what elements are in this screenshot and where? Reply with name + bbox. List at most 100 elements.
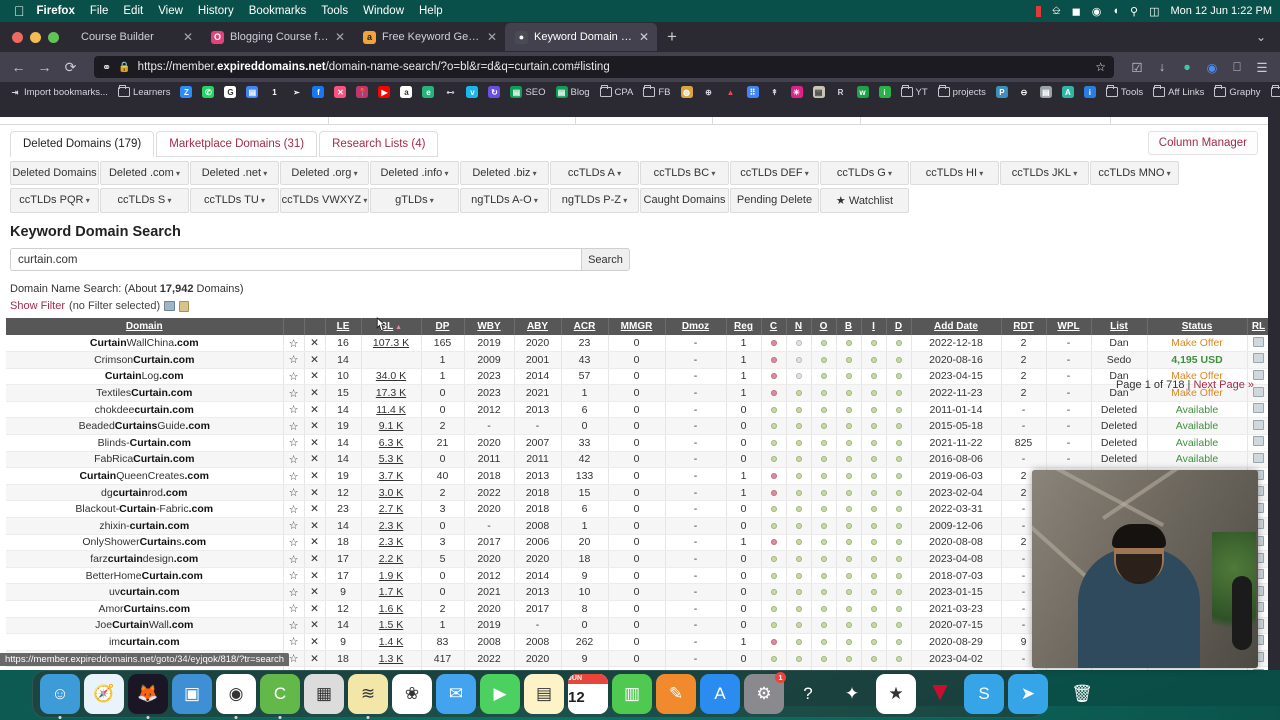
tld-filter-cctlds-jkl[interactable]: ccTLDs JKL ▾: [1000, 161, 1089, 185]
status-cell[interactable]: 4,195 USD: [1147, 351, 1248, 369]
window-controls[interactable]: [8, 31, 71, 43]
bookmark-folder[interactable]: Tools: [1103, 85, 1146, 99]
tld-filter-deleted-net[interactable]: Deleted .net ▾: [190, 161, 279, 185]
col-header-dp[interactable]: DP: [421, 318, 465, 335]
watchlist-star-icon[interactable]: ☆: [283, 401, 305, 419]
status-cell[interactable]: Available: [1147, 417, 1248, 436]
col-header-dmoz[interactable]: Dmoz: [665, 318, 727, 335]
menu-tools[interactable]: Tools: [321, 5, 348, 17]
dock-notes-icon[interactable]: ▤: [524, 674, 564, 714]
related-links-icon[interactable]: [1247, 417, 1268, 436]
watchlist-star-icon[interactable]: ☆: [283, 633, 305, 651]
table-row[interactable]: CurtainLog.com ☆ ✕ 10 34.0 K 1 2023 2014 57 0-1 20…: [6, 368, 1268, 386]
bookmark-folder[interactable]: projects: [935, 85, 989, 99]
dock-mcafee-icon[interactable]: ▲: [920, 674, 960, 714]
bookmark-facebook[interactable]: f: [309, 85, 327, 99]
column-manager-button[interactable]: Column Manager: [1147, 131, 1258, 155]
watchlist-star-icon[interactable]: ☆: [283, 335, 305, 353]
domain-name-cell[interactable]: Blinds-Curtain.com: [6, 434, 284, 452]
col-header-n[interactable]: N: [786, 318, 812, 335]
tab-deleted-domains[interactable]: Deleted Domains (179): [10, 131, 155, 157]
bl-cell[interactable]: 2.3 K: [361, 517, 422, 535]
close-icon[interactable]: ✕: [335, 30, 345, 44]
bookmark-link[interactable]: ⊷: [441, 85, 459, 99]
tab-marketplace-domains[interactable]: Marketplace Domains (31): [156, 131, 318, 157]
tld-filter-cctlds-pqr[interactable]: ccTLDs PQR ▾: [10, 188, 99, 213]
watchlist-star-icon[interactable]: ☆: [283, 550, 305, 568]
domain-name-cell[interactable]: dgcurtainrod.com: [6, 484, 284, 502]
domain-name-cell[interactable]: CurtainLog.com: [6, 368, 284, 386]
tab-research-lists[interactable]: Research Lists (4): [319, 131, 439, 157]
dock-numbers-icon[interactable]: ▥: [612, 674, 652, 714]
dock-chrome-icon[interactable]: ◉: [216, 674, 256, 719]
watchlist-star-icon[interactable]: ☆: [283, 434, 305, 452]
bookmark-sheets[interactable]: ▤ Blog: [553, 85, 593, 99]
dock-facetime-icon[interactable]: ▶: [480, 674, 520, 714]
tab-course-builder[interactable]: Course Builder ✕: [71, 23, 201, 51]
dock-stickies-icon[interactable]: ≋: [348, 674, 388, 719]
dock-mail-icon[interactable]: ✉: [436, 674, 476, 714]
col-header-mmgr[interactable]: MMGR: [608, 318, 666, 335]
tld-filter-cctlds-g[interactable]: ccTLDs G ▾: [820, 161, 909, 185]
tab-keyword-domain-search[interactable]: ● Keyword Domain Search » Expir ✕: [505, 23, 657, 51]
hide-domain-icon[interactable]: ✕: [304, 567, 326, 585]
tld-filter-deleted-biz[interactable]: Deleted .biz ▾: [460, 161, 549, 185]
bl-cell[interactable]: 2.7 K: [361, 500, 422, 519]
hide-domain-icon[interactable]: ✕: [304, 600, 326, 618]
dock-pages-icon[interactable]: ✎: [656, 674, 696, 714]
hide-domain-icon[interactable]: ✕: [304, 583, 326, 601]
tld-filter-pending-delete[interactable]: Pending Delete: [730, 188, 819, 213]
related-links-icon[interactable]: [1247, 401, 1268, 419]
bl-cell[interactable]: 1.3 K: [361, 650, 422, 668]
related-links-icon[interactable]: [1247, 351, 1268, 369]
bl-cell[interactable]: 1.4 K: [361, 633, 422, 651]
tld-filter-deleted-domains[interactable]: Deleted Domains: [10, 161, 99, 185]
bl-cell[interactable]: [361, 351, 422, 369]
bookmark-folder[interactable]: Graphy: [1211, 85, 1263, 99]
bookmark-triangle[interactable]: ▲: [722, 85, 740, 99]
bookmark-folder[interactable]: YT: [898, 85, 931, 99]
reload-button[interactable]: ⟳: [62, 59, 79, 76]
bl-cell[interactable]: 17.3 K: [361, 384, 422, 402]
tld-filter-cctlds-def[interactable]: ccTLDs DEF ▾: [730, 161, 819, 185]
col-header-rl[interactable]: RL: [1247, 318, 1268, 335]
back-button[interactable]: ←: [10, 59, 27, 75]
tab-keyword-generator[interactable]: a Free Keyword Generator Tool: F ✕: [353, 23, 505, 51]
watchlist-star-icon[interactable]: ☆: [283, 600, 305, 618]
table-row[interactable]: BeadedCurtainsGuide.com ☆ ✕ 19 9.1 K2--00-02…: [6, 417, 1268, 436]
col-header-status[interactable]: Status: [1147, 318, 1248, 335]
bl-cell[interactable]: 1.7 K: [361, 583, 422, 601]
col-header-i[interactable]: I: [861, 318, 887, 335]
bl-cell[interactable]: 1.6 K: [361, 600, 422, 618]
watchlist-star-icon[interactable]: ☆: [283, 467, 305, 485]
domain-name-cell[interactable]: BetterHomeCurtain.com: [6, 567, 284, 585]
bookmark-folder[interactable]: Influencer: [1268, 85, 1280, 99]
tld-filter-cctlds-s[interactable]: ccTLDs S ▾: [100, 188, 189, 213]
tld-filter-cctlds-tu[interactable]: ccTLDs TU ▾: [190, 188, 279, 213]
menu-icon[interactable]: ☰: [1254, 60, 1270, 75]
bookmark-news[interactable]: ▤: [1037, 85, 1055, 99]
watchlist-star-icon[interactable]: ☆: [283, 368, 305, 386]
hide-domain-icon[interactable]: ✕: [304, 384, 326, 402]
sync-icon[interactable]: ⎕: [1229, 60, 1245, 75]
copy-filter-icon[interactable]: [179, 300, 190, 312]
hide-domain-icon[interactable]: ✕: [304, 335, 326, 353]
menu-view[interactable]: View: [158, 5, 183, 17]
hide-domain-icon[interactable]: ✕: [304, 401, 326, 419]
bookmark-headphones[interactable]: ◍: [678, 85, 696, 99]
bookmark-envato[interactable]: e: [419, 85, 437, 99]
bookmark-sheets[interactable]: ▤ SEO: [507, 85, 548, 99]
shield-icon[interactable]: ⚭: [102, 61, 111, 74]
status-cell[interactable]: Available: [1147, 451, 1248, 469]
col-header-list[interactable]: List: [1091, 318, 1148, 335]
bookmark-whatsapp[interactable]: ✆: [199, 85, 217, 99]
list-all-tabs-icon[interactable]: ⌄: [1256, 30, 1266, 44]
domain-name-cell[interactable]: CrimsonCurtain.com: [6, 351, 284, 369]
col-header-o[interactable]: O: [811, 318, 837, 335]
status-cell[interactable]: Available: [1147, 401, 1248, 419]
col-header-wby[interactable]: WBY: [464, 318, 515, 335]
pocket-icon[interactable]: ☑: [1129, 60, 1145, 75]
bookmark-folder[interactable]: Learners: [115, 85, 174, 99]
bookmark-folder[interactable]: CPA: [597, 85, 637, 99]
watchlist-star-icon[interactable]: ☆: [283, 500, 305, 519]
